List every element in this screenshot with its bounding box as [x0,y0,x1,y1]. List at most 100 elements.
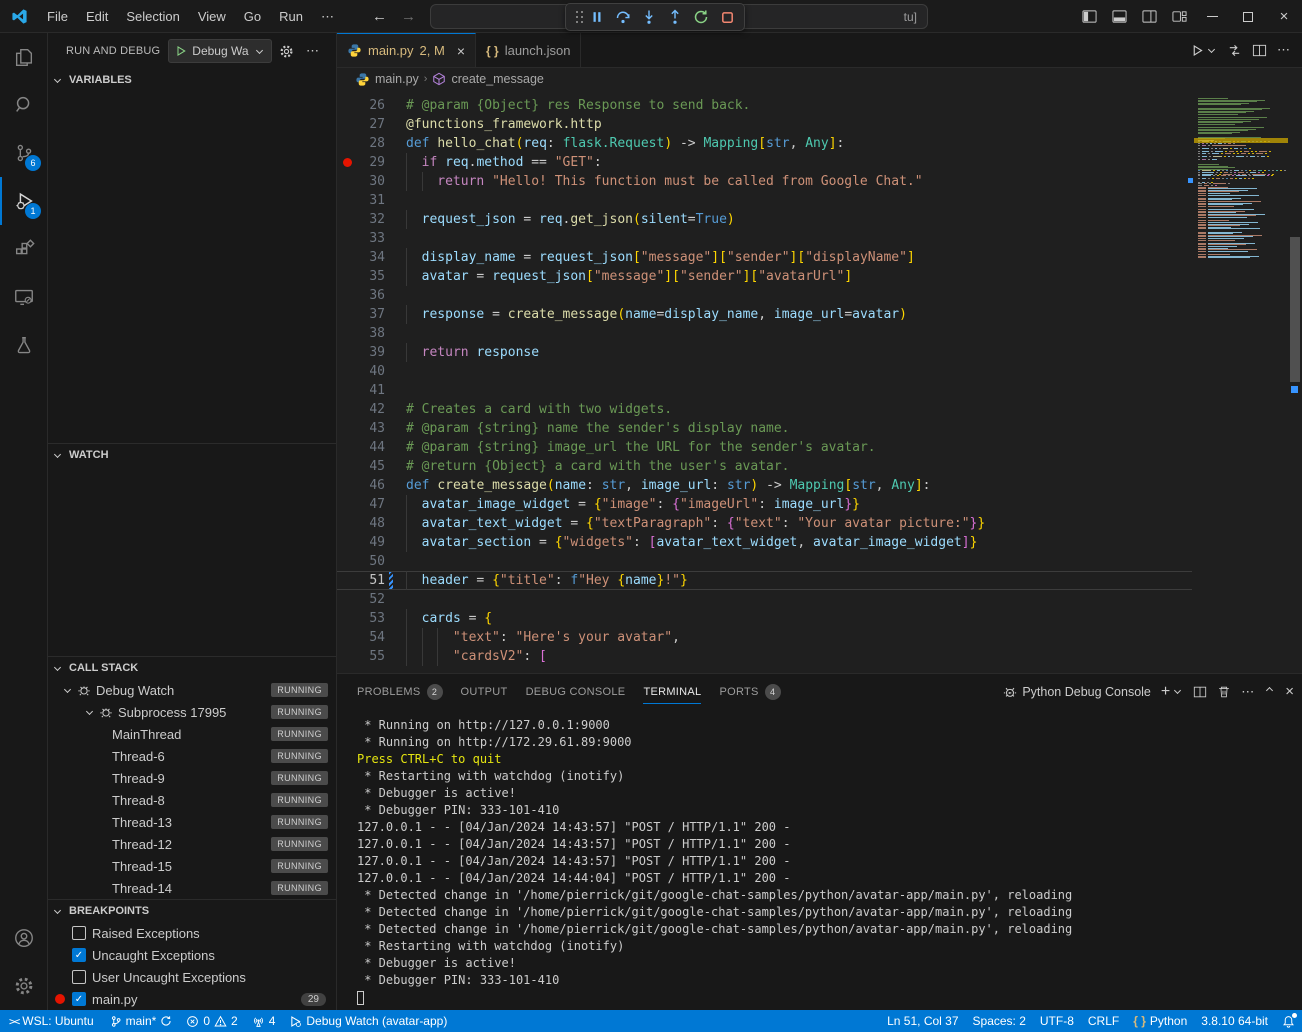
watch-section-header[interactable]: WATCH [48,444,336,466]
status-4[interactable]: 4 [245,1010,283,1032]
call-stack-row[interactable]: Thread-8RUNNING [48,789,336,811]
breadcrumb[interactable]: main.py›create_message [337,68,1302,90]
toggle-primary-sidebar-icon[interactable] [1074,0,1104,33]
code-line[interactable]: 32request_json = req.get_json(silent=Tru… [337,210,1192,229]
breakpoint-checkbox[interactable]: ✓ [72,992,86,1006]
status-bell[interactable] [1275,1010,1302,1032]
debug-config-dropdown[interactable]: Debug Wa [168,39,271,63]
editor-more-actions-icon[interactable]: ⋯ [1277,42,1290,58]
code-line[interactable]: 30return "Hello! This function must be c… [337,172,1192,191]
breakpoint-glyph-icon[interactable] [343,158,352,167]
code-line[interactable]: 36 [337,286,1192,305]
new-terminal-icon[interactable]: + [1161,683,1183,701]
code-line[interactable]: 42# Creates a card with two widgets. [337,400,1192,419]
panel-tab-ports[interactable]: PORTS4 [713,674,786,709]
code-line[interactable]: 37response = create_message(name=display… [337,305,1192,324]
activity-search-icon[interactable] [0,81,47,129]
editor-gutter[interactable]: 28 [337,134,406,153]
code-line[interactable]: 38 [337,324,1192,343]
editor-gutter[interactable]: 26 [337,96,406,115]
editor-scrollbar[interactable] [1288,90,1302,673]
status-python[interactable]: { }Python [1126,1010,1194,1032]
editor-gutter[interactable]: 34 [337,248,406,267]
menu-go[interactable]: Go [235,0,270,33]
go-forward-icon[interactable]: → [401,8,416,25]
activity-source-control-icon[interactable]: 6 [0,129,47,177]
debug-step-out-icon[interactable] [662,5,688,29]
call-stack-row[interactable]: Subprocess 17995RUNNING [48,701,336,723]
toggle-panel-icon[interactable] [1104,0,1134,33]
call-stack-section-header[interactable]: CALL STACK [48,657,336,679]
minimize-button[interactable] [1194,0,1230,33]
terminal-output[interactable]: * Running on http://127.0.0.1:9000 * Run… [337,709,1302,1010]
editor-gutter[interactable]: 53 [337,609,406,628]
editor-gutter[interactable]: 29 [337,153,406,172]
code-line[interactable]: 50 [337,552,1192,571]
close-window-button[interactable]: × [1266,0,1302,33]
editor-gutter[interactable]: 42 [337,400,406,419]
breakpoints-section-header[interactable]: BREAKPOINTS [48,900,336,922]
editor-gutter[interactable]: 38 [337,324,406,343]
code-line[interactable]: 41 [337,381,1192,400]
breakpoint-row[interactable]: ✓Uncaught Exceptions [48,944,336,966]
call-stack-row[interactable]: MainThreadRUNNING [48,723,336,745]
status-3-8-10-64-bit[interactable]: 3.8.10 64-bit [1194,1010,1275,1032]
breakpoint-row[interactable]: User Uncaught Exceptions [48,966,336,988]
code-line[interactable]: 35avatar = request_json["message"]["send… [337,267,1192,286]
activity-settings-icon[interactable] [0,962,47,1010]
go-back-icon[interactable]: ← [372,8,387,25]
code-line[interactable]: 49avatar_section = {"widgets": [avatar_t… [337,533,1192,552]
code-line[interactable]: 29if req.method == "GET": [337,153,1192,172]
editor-gutter[interactable]: 40 [337,362,406,381]
code-line[interactable]: 26# @param {Object} res Response to send… [337,96,1192,115]
code-line[interactable]: 33 [337,229,1192,248]
split-terminal-icon[interactable] [1193,685,1207,699]
editor-gutter[interactable]: 44 [337,438,406,457]
panel-more-actions-icon[interactable]: ⋯ [1241,684,1254,700]
breakpoint-checkbox[interactable]: ✓ [72,948,86,962]
close-tab-icon[interactable]: × [457,43,465,59]
call-stack-row[interactable]: Thread-12RUNNING [48,833,336,855]
call-stack-row[interactable]: Thread-15RUNNING [48,855,336,877]
code-line[interactable]: 44# @param {string} image_url the URL fo… [337,438,1192,457]
debug-stop-icon[interactable] [714,5,740,29]
code-line[interactable]: 34display_name = request_json["message"]… [337,248,1192,267]
status-debug-watch-avatar-app[interactable]: Debug Watch (avatar-app) [282,1010,454,1032]
editor-gutter[interactable]: 52 [337,590,406,609]
menu-file[interactable]: File [38,0,77,33]
status-main[interactable]: main* [103,1010,180,1032]
code-line[interactable]: 40 [337,362,1192,381]
close-panel-icon[interactable]: × [1285,683,1294,700]
terminal-dropdown-chevron-icon[interactable] [1174,687,1181,694]
status-crlf[interactable]: CRLF [1081,1010,1126,1032]
split-editor-icon[interactable] [1252,43,1267,58]
menu-edit[interactable]: Edit [77,0,117,33]
minimap[interactable] [1198,98,1286,259]
editor-gutter[interactable]: 27 [337,115,406,134]
editor-gutter[interactable]: 43 [337,419,406,438]
call-stack-row[interactable]: Thread-13RUNNING [48,811,336,833]
breakpoint-row[interactable]: Raised Exceptions [48,922,336,944]
maximize-button[interactable] [1230,0,1266,33]
open-changes-icon[interactable] [1227,43,1242,58]
activity-account-icon[interactable] [0,914,47,962]
maximize-panel-icon[interactable] [1266,687,1273,694]
debug-settings-gear-icon[interactable] [276,40,298,62]
activity-extensions-icon[interactable] [0,225,47,273]
status-0[interactable]: 02 [179,1010,244,1032]
editor-gutter[interactable]: 47 [337,495,406,514]
code-line[interactable]: 48avatar_text_widget = {"textParagraph":… [337,514,1192,533]
customize-layout-icon[interactable] [1164,0,1194,33]
code-line[interactable]: 28def hello_chat(req: flask.Request) -> … [337,134,1192,153]
editor-gutter[interactable]: 32 [337,210,406,229]
editor-gutter[interactable]: 49 [337,533,406,552]
menu-more[interactable]: ⋯ [312,0,343,33]
menu-view[interactable]: View [189,0,235,33]
activity-files-icon[interactable] [0,33,47,81]
toggle-secondary-sidebar-icon[interactable] [1134,0,1164,33]
run-dropdown-chevron-icon[interactable] [1208,45,1215,52]
editor-gutter[interactable]: 41 [337,381,406,400]
call-stack-row[interactable]: Thread-9RUNNING [48,767,336,789]
activity-remote-explorer-icon[interactable] [0,273,47,321]
tab-launch-json[interactable]: { }launch.json [476,33,581,67]
